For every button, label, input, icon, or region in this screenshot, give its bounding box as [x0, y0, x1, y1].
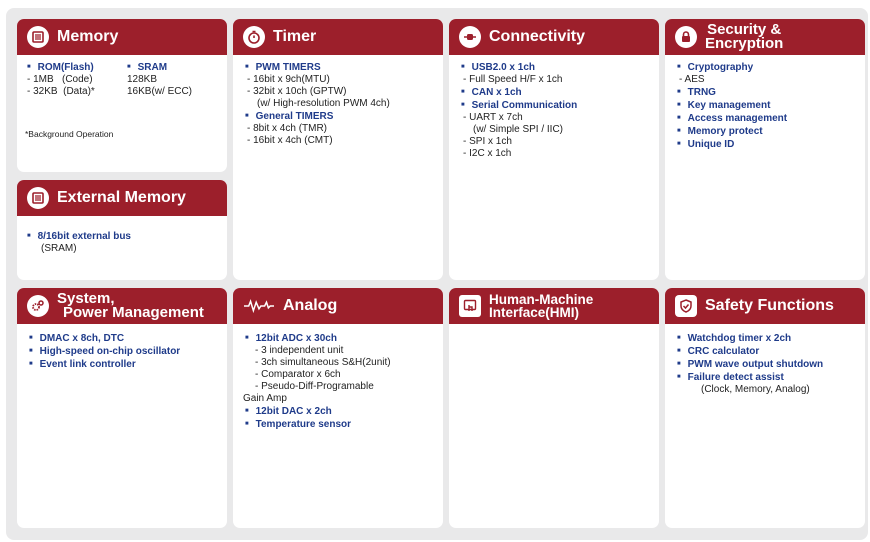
serial-label: Serial Communication — [459, 99, 649, 112]
security-title-line-2: Encryption — [705, 35, 784, 52]
safety-title: Safety Functions — [705, 297, 834, 314]
system-item: Event link controller — [27, 358, 217, 371]
system-item: DMAC x 8ch, DTC — [27, 332, 217, 345]
security-item: Memory protect — [675, 125, 855, 138]
rom-line-1: - 1MB (Code) — [27, 74, 93, 85]
sram-line-1: 128KB — [127, 74, 158, 85]
general-line-2: - 16bit x 4ch (CMT) — [247, 135, 333, 146]
general-line-1: - 8bit x 4ch (TMR) — [247, 123, 328, 134]
connectivity-header: Connectivity — [449, 19, 659, 55]
adc-line-1: - 3 independent unit — [255, 345, 344, 356]
external-bus-item: 8/16bit external bus — [27, 230, 217, 243]
pwm-timers-label: PWM TIMERS — [243, 61, 433, 74]
safety-card: Safety Functions Watchdog timer x 2ch CR… — [665, 288, 865, 528]
adc-line-2: - 3ch simultaneous S&H(2unit) — [255, 357, 391, 368]
security-item: Access management — [675, 112, 855, 125]
hmi-card: Human-Machine Interface(HMI) — [449, 288, 659, 528]
safety-item: Failure detect assist — [675, 371, 855, 384]
analog-card: Analog 12bit ADC x 30ch - 3 independent … — [233, 288, 443, 528]
analog-title: Analog — [283, 297, 338, 314]
gears-icon — [27, 295, 49, 317]
touch-screen-icon — [459, 295, 481, 317]
background-operation-note: *Background Operation — [25, 129, 114, 139]
timer-header: Timer — [233, 19, 443, 55]
memory-chip-icon — [27, 187, 49, 209]
system-title: System, Power Management — [57, 291, 204, 321]
external-bus-sub: (SRAM) — [41, 243, 77, 254]
security-item: Unique ID — [675, 138, 855, 151]
timer-title: Timer — [273, 28, 317, 45]
timer-card: Timer PWM TIMERS - 16bit x 9ch(MTU) - 32… — [233, 19, 443, 280]
usb-line: - Full Speed H/F x 1ch — [463, 74, 563, 85]
temperature-sensor-label: Temperature sensor — [243, 418, 433, 431]
sram-label: SRAM — [127, 61, 192, 74]
external-memory-title: External Memory — [57, 189, 186, 206]
rom-label: ROM(Flash) — [27, 61, 127, 74]
aes-line: - AES — [679, 74, 705, 85]
analog-header: Analog — [233, 288, 443, 324]
system-card: System, Power Management DMAC x 8ch, DTC… — [17, 288, 227, 528]
hmi-title: Human-Machine Interface(HMI) — [489, 293, 593, 320]
plug-icon — [459, 26, 481, 48]
failure-detect-note: (Clock, Memory, Analog) — [701, 384, 810, 395]
security-item: TRNG — [675, 86, 855, 99]
external-memory-card: External Memory 8/16bit external bus (SR… — [17, 180, 227, 280]
sram-line-2: 16KB(w/ ECC) — [127, 86, 193, 97]
waveform-icon — [243, 295, 275, 317]
usb-label: USB2.0 x 1ch — [459, 61, 649, 74]
lock-icon — [675, 26, 697, 48]
safety-item: CRC calculator — [675, 345, 855, 358]
system-item: High-speed on-chip oscillator — [27, 345, 217, 358]
pwm-line-2: - 32bit x 10ch (GPTW) — [247, 86, 347, 97]
rom-line-2: - 32KB (Data)* — [27, 86, 95, 97]
hmi-header: Human-Machine Interface(HMI) — [449, 288, 659, 324]
pwm-line-1: - 16bit x 9ch(MTU) — [247, 74, 330, 85]
memory-card: Memory ROM(Flash) - 1MB (Code) - 32KB (D… — [17, 19, 227, 172]
safety-item: PWM wave output shutdown — [675, 358, 855, 371]
safety-header: Safety Functions — [665, 288, 865, 324]
security-title: Security & Encryption — [705, 22, 784, 52]
memory-chip-icon — [27, 26, 49, 48]
shield-check-icon — [675, 295, 697, 317]
security-card: Security & Encryption Cryptography - AES… — [665, 19, 865, 280]
external-memory-header: External Memory — [17, 180, 227, 216]
stopwatch-icon — [243, 26, 265, 48]
pwm-line-3: (w/ High-resolution PWM 4ch) — [257, 98, 390, 109]
serial-line-1: - UART x 7ch — [463, 112, 523, 123]
can-label: CAN x 1ch — [459, 86, 649, 99]
connectivity-title: Connectivity — [489, 28, 586, 45]
cryptography-label: Cryptography — [675, 61, 855, 74]
safety-item: Watchdog timer x 2ch — [675, 332, 855, 345]
hmi-title-line-2: Interface(HMI) — [489, 305, 580, 320]
serial-line-2: (w/ Simple SPI / IIC) — [473, 124, 564, 135]
memory-title: Memory — [57, 28, 119, 45]
connectivity-card: Connectivity USB2.0 x 1ch - Full Speed H… — [449, 19, 659, 280]
adc-label: 12bit ADC x 30ch — [243, 332, 433, 345]
general-timers-label: General TIMERS — [243, 110, 433, 123]
adc-line-5: Gain Amp — [243, 393, 287, 404]
adc-line-4: - Pseudo-Diff-Programable — [255, 381, 374, 392]
serial-line-3: - SPI x 1ch — [463, 136, 512, 147]
security-item: Key management — [675, 99, 855, 112]
security-header: Security & Encryption — [665, 19, 865, 55]
system-title-line-2: Power Management — [63, 304, 204, 321]
adc-line-3: - Comparator x 6ch — [255, 369, 341, 380]
dac-label: 12bit DAC x 2ch — [243, 405, 433, 418]
serial-line-4: - I2C x 1ch — [463, 148, 512, 159]
system-header: System, Power Management — [17, 288, 227, 324]
memory-header: Memory — [17, 19, 227, 55]
